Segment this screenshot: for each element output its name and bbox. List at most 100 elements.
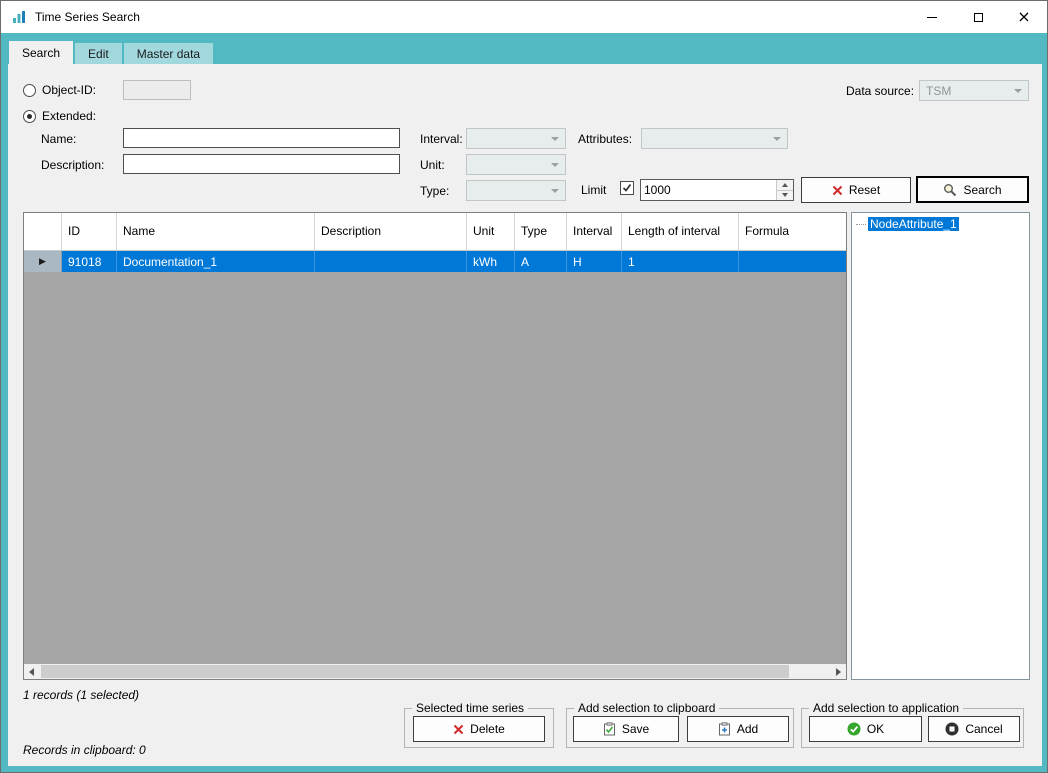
arrow-right-icon (836, 668, 841, 676)
cell-length-of-interval[interactable]: 1 (622, 251, 739, 272)
tree-item-label: NodeAttribute_1 (868, 217, 959, 231)
chevron-down-icon (551, 163, 559, 167)
column-header-interval[interactable]: Interval (567, 213, 622, 250)
stop-circle-icon (945, 722, 959, 736)
column-header-length-of-interval[interactable]: Length of interval (622, 213, 739, 250)
search-page: Object-ID: Data source: TSM Extended: Na… (8, 64, 1042, 766)
tree-line (856, 224, 866, 225)
maximize-button[interactable] (955, 1, 1001, 33)
group-title: Selected time series (412, 701, 528, 715)
arrow-left-icon (29, 668, 34, 676)
save-button-label: Save (622, 722, 649, 736)
reset-button[interactable]: Reset (801, 177, 911, 203)
cell-type[interactable]: A (515, 251, 567, 272)
data-source-label: Data source: (846, 84, 914, 98)
row-selector[interactable]: ▶ (24, 251, 62, 272)
cell-unit[interactable]: kWh (467, 251, 515, 272)
scrollbar-thumb[interactable] (41, 665, 789, 678)
app-icon (11, 9, 27, 25)
attributes-label: Attributes: (578, 132, 632, 146)
limit-label: Limit (581, 183, 606, 197)
cancel-button[interactable]: Cancel (928, 716, 1020, 742)
add-button-label: Add (737, 722, 758, 736)
object-id-label: Object-ID: (42, 83, 96, 97)
clipboard-status: Records in clipboard: 0 (23, 743, 146, 757)
spinner-buttons (776, 180, 793, 200)
column-header-type[interactable]: Type (515, 213, 567, 250)
selected-time-series-group: Selected time series Delete (404, 708, 554, 748)
horizontal-scrollbar[interactable] (24, 664, 846, 679)
scroll-left-button[interactable] (24, 664, 39, 679)
tree-item-nodeattribute-1[interactable]: NodeAttribute_1 (854, 217, 1027, 231)
description-input[interactable] (123, 154, 400, 174)
add-button[interactable]: Add (687, 716, 789, 742)
object-id-radio[interactable] (23, 84, 36, 97)
tab-edit[interactable]: Edit (75, 43, 122, 64)
cell-interval[interactable]: H (567, 251, 622, 272)
spin-up-button[interactable] (777, 180, 793, 190)
spin-down-button[interactable] (777, 190, 793, 201)
column-header-name[interactable]: Name (117, 213, 315, 250)
radio-dot (27, 114, 32, 119)
column-header-description[interactable]: Description (315, 213, 467, 250)
check-icon (622, 183, 632, 193)
window-controls: × (909, 1, 1047, 33)
close-icon: × (1017, 9, 1030, 25)
cell-formula[interactable] (739, 251, 846, 272)
extended-radio-row: Extended: (23, 109, 96, 123)
delete-button-label: Delete (470, 722, 505, 736)
reset-button-label: Reset (849, 183, 880, 197)
results-grid: ID Name Description Unit Type Interval L… (23, 212, 847, 680)
minimize-icon (927, 17, 937, 18)
name-label: Name: (41, 132, 76, 146)
unit-select (466, 154, 566, 175)
column-header-id[interactable]: ID (62, 213, 117, 250)
cell-description[interactable] (315, 251, 467, 272)
app-window: Time Series Search × Search Edit Master … (0, 0, 1048, 773)
tab-search[interactable]: Search (9, 41, 73, 64)
close-button[interactable]: × (1001, 1, 1047, 33)
interval-select (466, 128, 566, 149)
data-source-select: TSM (919, 80, 1029, 101)
limit-checkbox[interactable] (620, 181, 634, 195)
records-status: 1 records (1 selected) (23, 688, 139, 702)
chevron-down-icon (551, 189, 559, 193)
maximize-icon (974, 13, 983, 22)
group-title: Add selection to application (809, 701, 963, 715)
red-x-icon (453, 724, 464, 735)
column-header-unit[interactable]: Unit (467, 213, 515, 250)
name-input[interactable] (123, 128, 400, 148)
red-x-icon (832, 185, 843, 196)
grid-header: ID Name Description Unit Type Interval L… (24, 213, 846, 251)
limit-input[interactable] (641, 180, 776, 200)
description-label: Description: (41, 158, 104, 172)
chevron-down-icon (773, 137, 781, 141)
chevron-down-icon (551, 137, 559, 141)
object-id-input (123, 80, 191, 100)
clipboard-check-icon (603, 722, 616, 736)
attributes-select (641, 128, 788, 149)
clipboard-plus-icon (718, 722, 731, 736)
table-row[interactable]: ▶ 91018 Documentation_1 kWh A H 1 (24, 251, 846, 272)
save-button[interactable]: Save (573, 716, 679, 742)
cell-id[interactable]: 91018 (62, 251, 117, 272)
extended-radio[interactable] (23, 110, 36, 123)
cell-name[interactable]: Documentation_1 (117, 251, 315, 272)
ok-button[interactable]: OK (809, 716, 922, 742)
group-title: Add selection to clipboard (574, 701, 719, 715)
scroll-right-button[interactable] (831, 664, 846, 679)
tab-master-data[interactable]: Master data (124, 43, 213, 64)
cancel-button-label: Cancel (965, 722, 1002, 736)
limit-spinner (640, 179, 794, 201)
arrow-down-icon (782, 193, 788, 197)
grid-empty-area (24, 272, 846, 664)
attribute-tree: NodeAttribute_1 (851, 212, 1030, 680)
title-bar: Time Series Search × (1, 1, 1047, 33)
search-button[interactable]: Search (916, 176, 1029, 203)
chevron-down-icon (1014, 89, 1022, 93)
delete-button[interactable]: Delete (413, 716, 545, 742)
column-header-formula[interactable]: Formula (739, 213, 846, 250)
tab-strip: Search Edit Master data (1, 33, 1047, 64)
minimize-button[interactable] (909, 1, 955, 33)
arrow-up-icon (782, 183, 788, 187)
